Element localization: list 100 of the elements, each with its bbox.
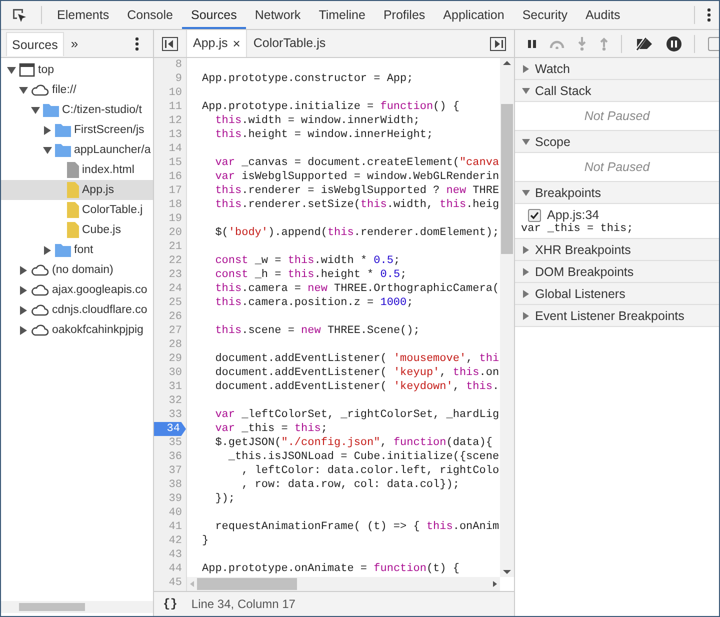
scrollbar-thumb[interactable] <box>19 603 85 611</box>
section-header[interactable]: Scope <box>515 131 719 153</box>
collapsed-arrow-icon[interactable] <box>43 246 52 254</box>
line-number[interactable]: 13 <box>168 128 186 142</box>
line-number[interactable]: 25 <box>168 296 186 310</box>
line-number[interactable]: 11 <box>168 100 186 114</box>
tree-item[interactable]: ajax.googleapis.co <box>1 280 153 300</box>
checkbox[interactable] <box>528 208 541 222</box>
collapsed-arrow-icon[interactable] <box>19 266 28 274</box>
line-number[interactable]: 22 <box>168 254 186 268</box>
line-number[interactable]: 38 <box>168 478 186 492</box>
tree-item[interactable]: top <box>1 60 153 80</box>
panel-tab[interactable]: Console <box>118 1 182 29</box>
section-header[interactable]: Watch <box>515 58 719 80</box>
tree-item[interactable]: Cube.js <box>1 220 153 240</box>
tree-item[interactable]: (no domain) <box>1 260 153 280</box>
panel-tab[interactable]: Profiles <box>374 1 434 29</box>
line-number[interactable]: 27 <box>168 324 186 338</box>
tree-item[interactable]: App.js <box>1 180 153 200</box>
collapsed-arrow-icon[interactable] <box>19 326 28 334</box>
tree-item[interactable]: font <box>1 240 153 260</box>
expanded-arrow-icon[interactable] <box>522 86 530 94</box>
line-number[interactable]: 41 <box>168 520 186 534</box>
line-number[interactable]: 44 <box>168 562 186 576</box>
line-number[interactable]: 28 <box>168 338 186 352</box>
line-number[interactable]: 12 <box>168 114 186 128</box>
inspect-icon[interactable] <box>11 7 27 23</box>
expanded-arrow-icon[interactable] <box>522 138 530 146</box>
collapsed-arrow-icon[interactable] <box>522 246 530 254</box>
collapsed-arrow-icon[interactable] <box>522 290 530 298</box>
line-number[interactable]: 10 <box>168 86 186 100</box>
section-header[interactable]: DOM Breakpoints <box>515 261 719 283</box>
line-number[interactable]: 42 <box>168 534 186 548</box>
line-number[interactable]: 14 <box>168 142 186 156</box>
toggle-debugger-icon[interactable] <box>490 36 506 50</box>
line-number[interactable]: 31 <box>168 380 186 394</box>
file-tab[interactable]: App.js × <box>186 30 248 57</box>
expanded-arrow-icon[interactable] <box>522 188 530 196</box>
line-number[interactable]: 21 <box>168 240 186 254</box>
section-header[interactable]: Event Listener Breakpoints <box>515 305 719 327</box>
line-number[interactable]: 26 <box>168 310 186 324</box>
section-header[interactable]: Global Listeners <box>515 283 719 305</box>
line-number[interactable]: 33 <box>168 408 186 422</box>
line-number[interactable]: 18 <box>168 198 186 212</box>
line-number[interactable]: 37 <box>168 464 186 478</box>
line-number[interactable]: 39 <box>168 492 186 506</box>
collapsed-arrow-icon[interactable] <box>522 268 530 276</box>
line-number[interactable]: 23 <box>168 268 186 282</box>
line-number[interactable]: 9 <box>175 72 186 86</box>
section-header[interactable]: XHR Breakpoints <box>515 239 719 261</box>
line-number[interactable]: 34 <box>154 422 186 436</box>
line-number[interactable]: 35 <box>168 436 186 450</box>
section-header[interactable]: Call Stack <box>515 80 719 102</box>
panel-tab[interactable]: Security <box>513 1 576 29</box>
panel-tab[interactable]: Timeline <box>310 1 374 29</box>
tree-item[interactable]: C:/tizen-studio/t <box>1 100 153 120</box>
expanded-arrow-icon[interactable] <box>43 146 52 154</box>
line-number[interactable]: 8 <box>175 58 186 72</box>
line-number[interactable]: 45 <box>168 576 186 590</box>
line-number[interactable]: 30 <box>168 366 186 380</box>
scrollbar-thumb[interactable] <box>501 104 513 254</box>
line-number[interactable]: 29 <box>168 352 186 366</box>
collapsed-arrow-icon[interactable] <box>522 312 530 320</box>
tree-item[interactable]: oakokfcahinkpjpig <box>1 320 153 340</box>
panel-tab[interactable]: Elements <box>48 1 118 29</box>
line-number[interactable]: 15 <box>168 156 186 170</box>
section-header[interactable]: Breakpoints <box>515 182 719 204</box>
deactivate-breakpoints-icon[interactable] <box>634 36 654 50</box>
line-number[interactable]: 17 <box>168 184 186 198</box>
checkbox[interactable] <box>708 36 719 50</box>
more-menu-icon[interactable] <box>135 36 139 52</box>
collapsed-arrow-icon[interactable] <box>19 286 28 294</box>
tree-item[interactable]: appLauncher/a <box>1 140 153 160</box>
panel-tab[interactable]: Audits <box>576 1 630 29</box>
expanded-arrow-icon[interactable] <box>7 66 16 74</box>
scrollbar-thumb[interactable] <box>197 578 297 590</box>
tree-item[interactable]: cdnjs.cloudflare.co <box>1 300 153 320</box>
pause-on-exceptions-icon[interactable] <box>666 36 682 52</box>
expanded-arrow-icon[interactable] <box>19 86 28 94</box>
collapsed-arrow-icon[interactable] <box>19 306 28 314</box>
collapsed-arrow-icon[interactable] <box>522 64 530 72</box>
line-number[interactable]: 36 <box>168 450 186 464</box>
navigator-tab[interactable]: Sources <box>6 32 64 56</box>
pretty-print-button[interactable]: {} <box>163 597 178 611</box>
close-tab-button[interactable]: × <box>232 30 240 57</box>
toggle-navigator-icon[interactable] <box>162 36 178 50</box>
horizontal-scrollbar[interactable] <box>1 601 153 613</box>
panel-tab[interactable]: Application <box>434 1 514 29</box>
tree-item[interactable]: file:// <box>1 80 153 100</box>
line-number[interactable]: 32 <box>168 394 186 408</box>
line-number[interactable]: 19 <box>168 212 186 226</box>
expanded-arrow-icon[interactable] <box>31 106 40 114</box>
line-number[interactable]: 20 <box>168 226 186 240</box>
line-number[interactable]: 43 <box>168 548 186 562</box>
more-tabs-button[interactable]: » <box>70 36 78 51</box>
more-menu-icon[interactable] <box>707 7 711 23</box>
vertical-scrollbar[interactable] <box>500 58 514 577</box>
line-number[interactable]: 40 <box>168 506 186 520</box>
horizontal-scrollbar[interactable] <box>187 577 500 591</box>
file-tab[interactable]: ColorTable.js <box>247 30 332 57</box>
